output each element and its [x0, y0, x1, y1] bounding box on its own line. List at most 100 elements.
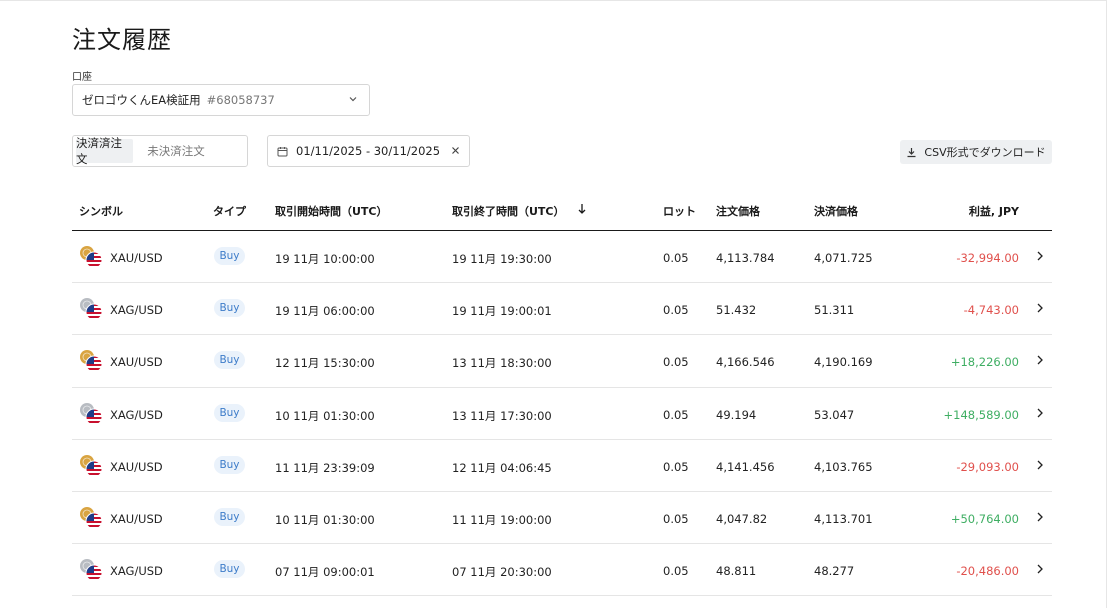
open-time: 10 11月 01:30:00: [275, 408, 375, 423]
calendar-icon: [277, 146, 288, 156]
type-badge: Buy: [214, 403, 245, 422]
open-time: 12 11月 15:30:00: [275, 356, 375, 371]
gold-usd-pair-icon: [80, 246, 103, 269]
header-close-price: 決済価格: [814, 205, 858, 218]
symbol-name: XAU/USD: [110, 511, 163, 526]
profit-value: +50,764.00: [950, 511, 1019, 526]
symbol-name: XAU/USD: [110, 251, 163, 265]
header-order-price: 注文価格: [716, 205, 760, 218]
type-badge: Buy: [214, 299, 245, 318]
lot-value: 0.05: [663, 303, 689, 318]
symbol-name: XAU/USD: [110, 459, 163, 474]
csv-download-label: CSV形式でダウンロード: [924, 146, 1046, 159]
chevron-right-icon[interactable]: [1035, 354, 1045, 366]
close-price: 53.047: [814, 407, 855, 422]
close-time: 13 11月 18:30:00: [452, 356, 552, 371]
header-open-time[interactable]: 取引開始時間（UTC）: [275, 203, 388, 219]
open-time: 19 11月 10:00:00: [275, 252, 375, 266]
chevron-right-icon[interactable]: [1035, 459, 1045, 471]
lot-value: 0.05: [663, 355, 689, 370]
profit-value: +148,589.00: [943, 407, 1019, 422]
close-icon[interactable]: [450, 145, 461, 156]
close-time: 12 11月 04:06:45: [452, 460, 552, 475]
close-price: 4,103.765: [814, 459, 873, 474]
profit-value: -29,093.00: [956, 459, 1019, 474]
chevron-right-icon[interactable]: [1035, 302, 1045, 314]
csv-download-button[interactable]: CSV形式でダウンロード: [900, 140, 1052, 164]
tab-closed-orders[interactable]: 決済済注文: [76, 136, 133, 166]
order-status-tabs: 決済済注文 未決済注文: [72, 135, 248, 167]
table-row[interactable]: XAU/USD Buy 19 11月 10:00:00 19 11月 19:30…: [72, 231, 1052, 284]
gold-usd-pair-icon: [80, 454, 103, 478]
type-badge: Buy: [214, 247, 245, 265]
order-price: 4,047.82: [716, 511, 768, 526]
close-time: 07 11月 20:30:00: [452, 565, 552, 580]
chevron-right-icon[interactable]: [1035, 563, 1045, 575]
header-type: タイプ: [213, 205, 246, 218]
header-lot: ロット: [663, 205, 696, 218]
type-badge: Buy: [214, 351, 245, 370]
open-time: 19 11月 06:00:00: [275, 304, 375, 319]
close-time: 13 11月 17:30:00: [452, 408, 552, 423]
header-symbol: シンボル: [79, 205, 123, 218]
table-row[interactable]: XAG/USD Buy 19 11月 06:00:00 19 11月 19:00…: [72, 283, 1052, 336]
close-price: 48.277: [814, 564, 855, 579]
silver-usd-pair-icon: [80, 298, 103, 321]
table-row[interactable]: XAU/USD Buy 11 11月 23:39:09 12 11月 04:06…: [72, 440, 1052, 492]
account-name: ゼロゴウくんEA検証用: [82, 93, 201, 107]
orders-table-body: XAU/USD Buy 19 11月 10:00:00 19 11月 19:30…: [72, 231, 1052, 597]
order-price: 4,166.546: [716, 355, 775, 370]
gold-usd-pair-icon: [80, 506, 103, 530]
tab-open-orders[interactable]: 未決済注文: [139, 139, 213, 163]
close-price: 4,190.169: [814, 355, 873, 370]
order-price: 4,141.456: [716, 459, 775, 474]
close-price: 4,071.725: [814, 251, 873, 265]
lot-value: 0.05: [663, 251, 689, 265]
profit-value: -4,743.00: [963, 303, 1019, 318]
table-row[interactable]: XAU/USD Buy 10 11月 01:30:00 11 11月 19:00…: [72, 492, 1052, 545]
symbol-name: XAG/USD: [110, 564, 163, 579]
arrow-down-icon[interactable]: [577, 203, 587, 215]
close-time: 19 11月 19:30:00: [452, 252, 552, 266]
type-badge: Buy: [214, 507, 245, 526]
chevron-right-icon[interactable]: [1035, 407, 1045, 419]
chevron-right-icon[interactable]: [1035, 511, 1045, 523]
close-price: 4,113.701: [814, 511, 873, 526]
symbol-name: XAU/USD: [110, 355, 163, 370]
date-range-picker[interactable]: 01/11/2025 - 30/11/2025: [267, 135, 470, 167]
date-range-value: 01/11/2025 - 30/11/2025: [296, 144, 441, 158]
lot-value: 0.05: [663, 407, 689, 422]
table-row[interactable]: XAU/USD Buy 12 11月 15:30:00 13 11月 18:30…: [72, 335, 1052, 388]
lot-value: 0.05: [663, 564, 689, 579]
symbol-name: XAG/USD: [110, 407, 163, 422]
lot-value: 0.05: [663, 459, 689, 474]
order-price: 48.811: [716, 564, 757, 579]
table-row[interactable]: XAG/USD Buy 10 11月 01:30:00 13 11月 17:30…: [72, 388, 1052, 440]
table-row[interactable]: XAG/USD Buy 07 11月 09:00:01 07 11月 20:30…: [72, 544, 1052, 597]
close-time: 19 11月 19:00:01: [452, 304, 552, 319]
close-time: 11 11月 19:00:00: [452, 512, 552, 527]
order-price: 4,113.784: [716, 251, 775, 265]
type-badge: Buy: [214, 560, 245, 579]
chevron-right-icon[interactable]: [1035, 250, 1045, 262]
open-time: 07 11月 09:00:01: [275, 565, 375, 580]
close-price: 51.311: [814, 303, 855, 318]
profit-value: -20,486.00: [956, 564, 1019, 579]
page-title: 注文履歴: [72, 26, 172, 54]
account-label: 口座: [72, 72, 92, 83]
header-close-time[interactable]: 取引終了時間（UTC）: [452, 203, 565, 219]
lot-value: 0.05: [663, 511, 689, 526]
silver-usd-pair-icon: [80, 402, 103, 426]
open-time: 10 11月 01:30:00: [275, 512, 375, 527]
silver-usd-pair-icon: [80, 559, 103, 582]
table-header: シンボル タイプ 取引開始時間（UTC） 取引終了時間（UTC） ロット 注文価…: [72, 196, 1052, 231]
order-price: 51.432: [716, 303, 757, 318]
symbol-name: XAG/USD: [110, 303, 163, 318]
gold-usd-pair-icon: [80, 350, 103, 373]
order-price: 49.194: [716, 407, 757, 422]
account-select[interactable]: ゼロゴウくんEA検証用 #68058737: [72, 84, 370, 116]
profit-value: -32,994.00: [956, 251, 1019, 265]
header-profit: 利益, JPY: [968, 205, 1019, 218]
chevron-down-icon: [349, 97, 357, 102]
open-time: 11 11月 23:39:09: [275, 460, 375, 475]
